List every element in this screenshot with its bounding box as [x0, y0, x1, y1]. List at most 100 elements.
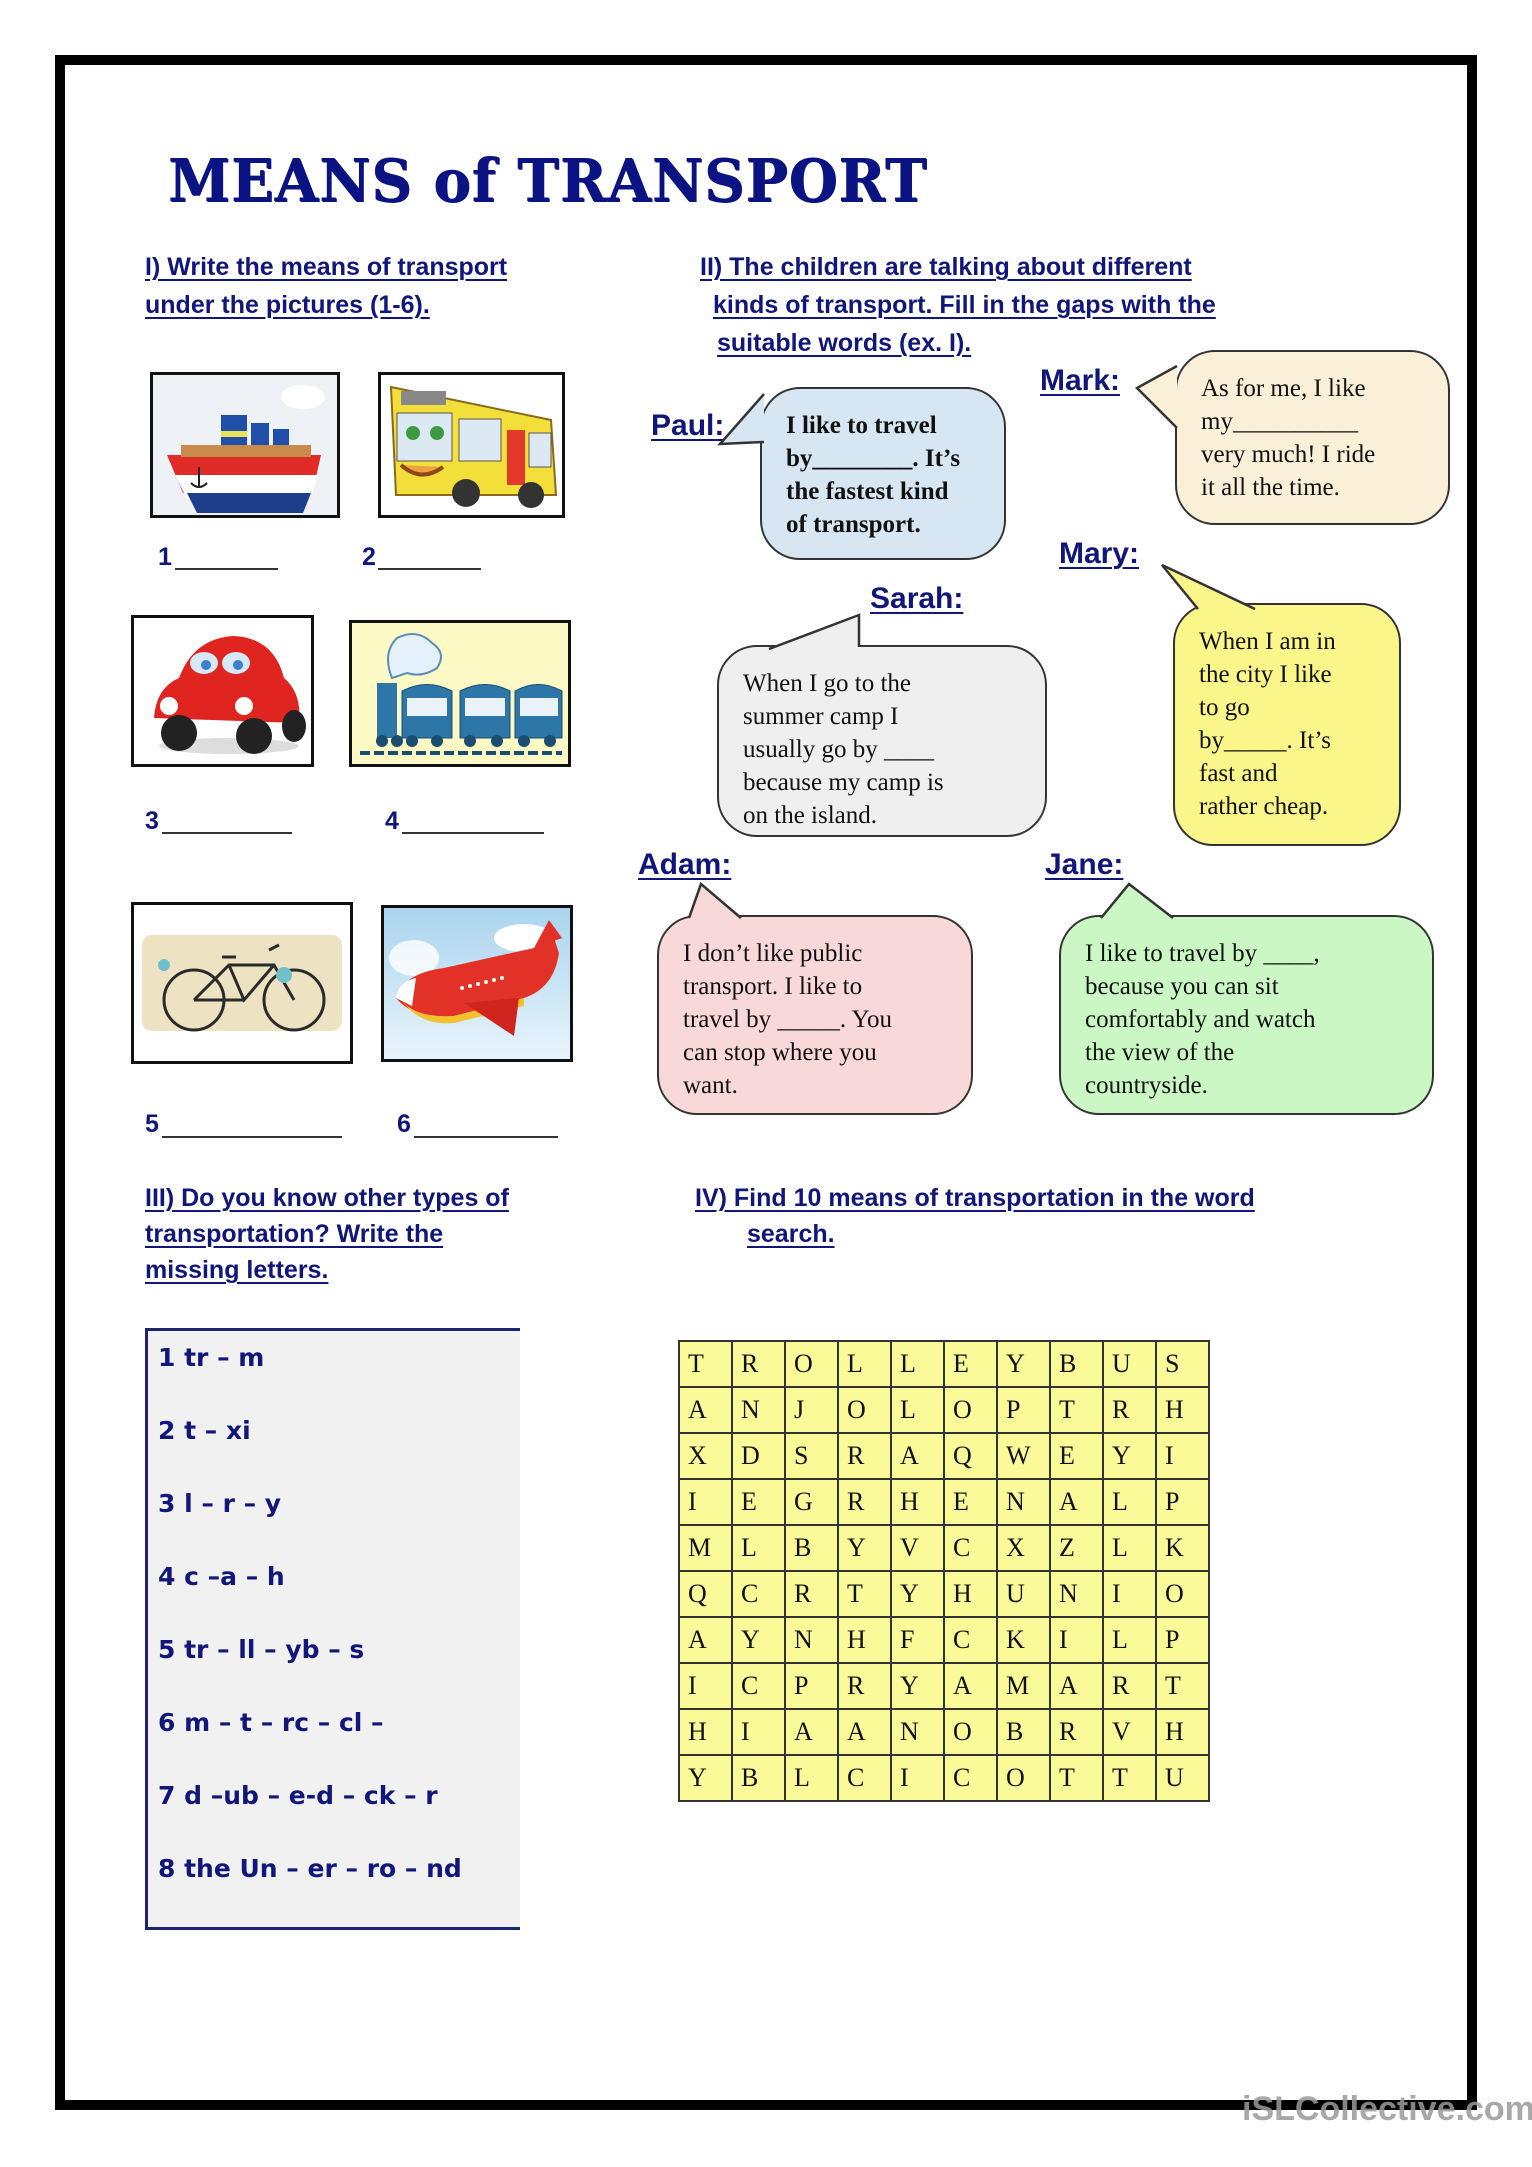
word-search-cell[interactable]: X — [996, 1524, 1051, 1572]
word-search-cell[interactable]: H — [1155, 1386, 1210, 1434]
word-search-cell[interactable]: C — [943, 1616, 998, 1664]
word-search-cell[interactable]: D — [731, 1432, 786, 1480]
word-search-cell[interactable]: S — [784, 1432, 839, 1480]
word-search-cell[interactable]: N — [890, 1708, 945, 1756]
missing-letters-item[interactable]: 6 m – t – rc – cl – — [158, 1708, 384, 1737]
word-search-cell[interactable]: T — [1102, 1754, 1157, 1802]
word-search-cell[interactable]: B — [996, 1708, 1051, 1756]
word-search-cell[interactable]: R — [837, 1478, 892, 1526]
word-search-cell[interactable]: I — [678, 1478, 733, 1526]
word-search-cell[interactable]: U — [1155, 1754, 1210, 1802]
missing-letters-item[interactable]: 2 t – xi — [158, 1416, 251, 1445]
word-search-cell[interactable]: N — [784, 1616, 839, 1664]
word-search-cell[interactable]: H — [837, 1616, 892, 1664]
word-search-cell[interactable]: A — [784, 1708, 839, 1756]
word-search-cell[interactable]: E — [731, 1478, 786, 1526]
word-search-cell[interactable]: O — [943, 1708, 998, 1756]
word-search-cell[interactable]: O — [996, 1754, 1051, 1802]
word-search-cell[interactable]: H — [890, 1478, 945, 1526]
missing-letters-item[interactable]: 1 tr – m — [158, 1343, 264, 1372]
word-search-cell[interactable]: K — [1155, 1524, 1210, 1572]
word-search-cell[interactable]: H — [943, 1570, 998, 1618]
word-search-cell[interactable]: T — [1049, 1386, 1104, 1434]
word-search-cell[interactable]: O — [1155, 1570, 1210, 1618]
answer-blank-5[interactable] — [162, 1136, 342, 1138]
answer-blank-4[interactable] — [402, 832, 544, 834]
word-search-cell[interactable]: R — [837, 1662, 892, 1710]
word-search-cell[interactable]: L — [784, 1754, 839, 1802]
word-search-cell[interactable]: T — [837, 1570, 892, 1618]
word-search-cell[interactable]: R — [784, 1570, 839, 1618]
word-search-cell[interactable]: Y — [731, 1616, 786, 1664]
word-search-cell[interactable]: O — [943, 1386, 998, 1434]
word-search-cell[interactable]: O — [837, 1386, 892, 1434]
word-search-cell[interactable]: U — [996, 1570, 1051, 1618]
word-search-cell[interactable]: Y — [996, 1340, 1051, 1388]
word-search-cell[interactable]: M — [996, 1662, 1051, 1710]
word-search-cell[interactable]: U — [1102, 1340, 1157, 1388]
word-search-cell[interactable]: R — [1102, 1386, 1157, 1434]
word-search-cell[interactable]: E — [1049, 1432, 1104, 1480]
missing-letters-item[interactable]: 5 tr – ll – yb – s — [158, 1635, 364, 1664]
word-search-cell[interactable]: Q — [943, 1432, 998, 1480]
word-search-cell[interactable]: E — [943, 1340, 998, 1388]
word-search-cell[interactable]: N — [1049, 1570, 1104, 1618]
word-search-cell[interactable]: P — [784, 1662, 839, 1710]
word-search-cell[interactable]: C — [837, 1754, 892, 1802]
word-search-cell[interactable]: I — [731, 1708, 786, 1756]
word-search-cell[interactable]: P — [996, 1386, 1051, 1434]
word-search-cell[interactable]: L — [1102, 1616, 1157, 1664]
word-search-cell[interactable]: B — [784, 1524, 839, 1572]
word-search-cell[interactable]: C — [943, 1754, 998, 1802]
word-search-cell[interactable]: I — [1102, 1570, 1157, 1618]
word-search-cell[interactable]: Y — [1102, 1432, 1157, 1480]
word-search-cell[interactable]: V — [890, 1524, 945, 1572]
word-search-cell[interactable]: L — [731, 1524, 786, 1572]
missing-letters-item[interactable]: 7 d –ub – e-d – ck – r — [158, 1781, 438, 1810]
word-search-cell[interactable]: L — [890, 1340, 945, 1388]
word-search-cell[interactable]: M — [678, 1524, 733, 1572]
word-search-cell[interactable]: Y — [837, 1524, 892, 1572]
word-search-cell[interactable]: O — [784, 1340, 839, 1388]
word-search-cell[interactable]: C — [943, 1524, 998, 1572]
word-search-cell[interactable]: R — [1049, 1708, 1104, 1756]
word-search-cell[interactable]: I — [678, 1662, 733, 1710]
word-search-cell[interactable]: R — [1102, 1662, 1157, 1710]
word-search-cell[interactable]: S — [1155, 1340, 1210, 1388]
word-search-cell[interactable]: X — [678, 1432, 733, 1480]
answer-blank-1[interactable] — [175, 568, 278, 570]
word-search-cell[interactable]: G — [784, 1478, 839, 1526]
word-search-cell[interactable]: A — [678, 1386, 733, 1434]
word-search-cell[interactable]: L — [890, 1386, 945, 1434]
word-search-cell[interactable]: L — [1102, 1524, 1157, 1572]
word-search-cell[interactable]: C — [731, 1662, 786, 1710]
word-search-cell[interactable]: F — [890, 1616, 945, 1664]
word-search-cell[interactable]: N — [731, 1386, 786, 1434]
word-search-cell[interactable]: E — [943, 1478, 998, 1526]
word-search-cell[interactable]: A — [837, 1708, 892, 1756]
missing-letters-item[interactable]: 4 c –a – h — [158, 1562, 285, 1591]
word-search-cell[interactable]: Y — [678, 1754, 733, 1802]
word-search-cell[interactable]: A — [678, 1616, 733, 1664]
word-search-cell[interactable]: A — [943, 1662, 998, 1710]
word-search-cell[interactable]: I — [890, 1754, 945, 1802]
word-search-cell[interactable]: J — [784, 1386, 839, 1434]
word-search-cell[interactable]: A — [890, 1432, 945, 1480]
word-search-cell[interactable]: B — [1049, 1340, 1104, 1388]
missing-letters-item[interactable]: 8 the Un – er – ro – nd — [158, 1854, 462, 1883]
answer-blank-6[interactable] — [414, 1136, 558, 1138]
word-search-cell[interactable]: Y — [890, 1662, 945, 1710]
word-search-cell[interactable]: L — [1102, 1478, 1157, 1526]
word-search-cell[interactable]: Y — [890, 1570, 945, 1618]
missing-letters-item[interactable]: 3 l – r – y — [158, 1489, 281, 1518]
word-search-cell[interactable]: I — [1049, 1616, 1104, 1664]
answer-blank-3[interactable] — [162, 832, 292, 834]
word-search-cell[interactable]: N — [996, 1478, 1051, 1526]
word-search-cell[interactable]: H — [1155, 1708, 1210, 1756]
word-search-cell[interactable]: Q — [678, 1570, 733, 1618]
word-search-cell[interactable]: T — [1155, 1662, 1210, 1710]
word-search-cell[interactable]: R — [837, 1432, 892, 1480]
word-search-cell[interactable]: A — [1049, 1478, 1104, 1526]
word-search-cell[interactable]: H — [678, 1708, 733, 1756]
word-search-cell[interactable]: T — [678, 1340, 733, 1388]
